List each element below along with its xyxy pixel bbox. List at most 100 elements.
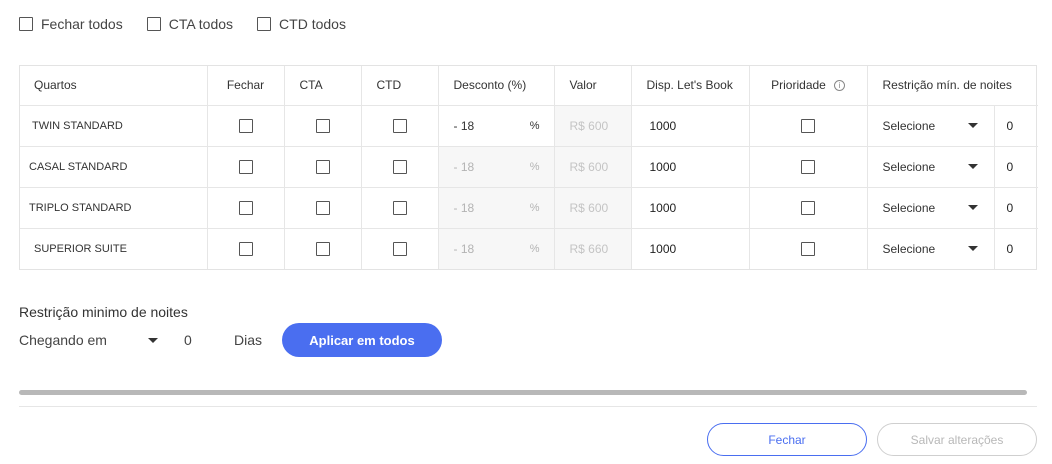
checkbox-box[interactable] <box>257 17 272 31</box>
ctd-checkbox[interactable] <box>392 159 407 174</box>
discount-cell: - 18 % <box>438 187 555 229</box>
priority-cell <box>749 228 868 269</box>
discount-value: - 18 <box>453 118 475 133</box>
room-name: TRIPLO STANDARD <box>20 187 208 229</box>
checkbox-box[interactable] <box>146 17 161 31</box>
ctd-checkbox[interactable] <box>392 242 407 257</box>
header-min-nights: Restrição mín. de noites <box>867 66 1038 106</box>
cta-cell <box>284 146 362 188</box>
restriction-select-value: Selecione <box>882 241 936 256</box>
table-header-row: Quartos Fechar CTA CTD Desconto (%) Valo… <box>20 66 1038 106</box>
close-cell <box>207 146 285 188</box>
header-cta: CTA <box>284 66 362 106</box>
restriction-select[interactable]: Selecione <box>868 105 995 146</box>
checkbox-box[interactable] <box>19 17 33 31</box>
priority-checkbox[interactable] <box>801 200 815 215</box>
availability-cell[interactable]: 1000 <box>631 105 750 147</box>
min-nights-controls: Chegando em 0 Dias Aplicar em todos <box>19 323 442 357</box>
cta-checkbox[interactable] <box>315 200 330 215</box>
restriction-cell: Selecione 0 <box>867 187 1038 229</box>
cta-checkbox[interactable] <box>315 118 330 133</box>
bulk-toggle-bar: Fechar todos CTA todos CTD todos <box>19 14 370 34</box>
percent-suffix: % <box>529 160 540 173</box>
availability-cell[interactable]: 1000 <box>631 187 750 229</box>
discount-value: - 18 <box>453 159 475 174</box>
value-cell: R$ 600 <box>554 187 632 229</box>
restriction-cell: Selecione 0 <box>867 228 1038 269</box>
priority-checkbox[interactable] <box>801 242 815 257</box>
table-row: SUPERIOR SUITE - 18 % R$ 660 1000 Seleci… <box>20 228 1038 269</box>
cta-cell <box>284 105 362 147</box>
priority-cell <box>749 146 868 188</box>
priority-checkbox[interactable] <box>801 118 815 133</box>
close-checkbox[interactable] <box>238 159 253 174</box>
cta-checkbox[interactable] <box>315 242 330 257</box>
cta-all-label: CTA todos <box>168 16 234 32</box>
cta-all-checkbox[interactable]: CTA todos <box>146 16 234 32</box>
arrival-select-value: Chegando em <box>19 332 107 348</box>
availability-cell[interactable]: 1000 <box>631 146 750 188</box>
caret-down-icon <box>967 246 978 252</box>
ctd-checkbox[interactable] <box>392 200 407 215</box>
header-ctd: CTD <box>361 66 439 106</box>
close-cell <box>207 187 285 229</box>
close-cell <box>207 228 285 269</box>
close-cell <box>207 105 285 147</box>
restriction-select[interactable]: Selecione <box>868 228 995 269</box>
header-priority: Prioridade i <box>749 66 868 106</box>
discount-input[interactable]: - 18 % <box>439 119 554 133</box>
min-nights-value[interactable]: 0 <box>995 160 1014 174</box>
discount-input: - 18 % <box>439 201 554 215</box>
room-name: TWIN STANDARD <box>20 105 208 147</box>
restriction-cell: Selecione 0 <box>867 105 1038 147</box>
close-button[interactable]: Fechar <box>707 423 867 456</box>
restriction-select[interactable]: Selecione <box>868 187 995 228</box>
discount-value: - 18 <box>453 241 475 256</box>
header-discount: Desconto (%) <box>438 66 555 106</box>
close-checkbox[interactable] <box>238 242 253 257</box>
rooms-table-container: Quartos Fechar CTA CTD Desconto (%) Valo… <box>19 65 1038 270</box>
apply-all-button[interactable]: Aplicar em todos <box>282 323 442 357</box>
info-icon[interactable]: i <box>833 80 845 92</box>
arrival-select[interactable]: Chegando em <box>19 332 160 348</box>
discount-value: - 18 <box>453 200 475 215</box>
table-row: CASAL STANDARD - 18 % R$ 600 1000 Seleci… <box>20 146 1038 188</box>
header-close: Fechar <box>207 66 285 106</box>
discount-cell[interactable]: - 18 % <box>438 105 555 147</box>
close-all-checkbox[interactable]: Fechar todos <box>19 16 123 32</box>
horizontal-scrollbar[interactable] <box>19 390 1027 395</box>
restriction-select-value: Selecione <box>882 118 936 133</box>
priority-cell <box>749 105 868 147</box>
priority-cell <box>749 187 868 229</box>
caret-down-icon <box>967 164 978 169</box>
percent-suffix: % <box>529 119 540 132</box>
nights-input[interactable]: 0 <box>184 332 234 348</box>
days-label: Dias <box>234 332 263 348</box>
ctd-all-label: CTD todos <box>279 16 346 32</box>
ctd-checkbox[interactable] <box>392 118 407 133</box>
cta-cell <box>284 187 362 229</box>
restriction-select-value: Selecione <box>882 159 936 174</box>
min-nights-value[interactable]: 0 <box>995 201 1014 215</box>
ctd-cell <box>361 187 439 229</box>
table-row: TRIPLO STANDARD - 18 % R$ 600 1000 Selec… <box>20 187 1038 229</box>
header-availability: Disp. Let's Book <box>631 66 750 106</box>
ctd-cell <box>361 105 439 147</box>
save-changes-button[interactable]: Salvar alterações <box>877 423 1037 456</box>
discount-cell: - 18 % <box>438 228 555 269</box>
min-nights-section-title: Restrição minimo de noites <box>19 304 188 320</box>
restriction-select-value: Selecione <box>882 200 936 215</box>
cta-checkbox[interactable] <box>315 159 330 174</box>
min-nights-value[interactable]: 0 <box>995 242 1014 256</box>
restriction-select[interactable]: Selecione <box>868 146 995 187</box>
room-name: CASAL STANDARD <box>20 146 208 188</box>
discount-input: - 18 % <box>439 160 554 174</box>
close-checkbox[interactable] <box>238 200 253 215</box>
min-nights-value[interactable]: 0 <box>995 119 1014 133</box>
priority-checkbox[interactable] <box>801 159 815 174</box>
availability-cell[interactable]: 1000 <box>631 228 750 269</box>
close-checkbox[interactable] <box>238 118 253 133</box>
header-rooms: Quartos <box>20 66 208 106</box>
caret-down-icon <box>148 337 158 343</box>
ctd-all-checkbox[interactable]: CTD todos <box>257 16 346 32</box>
